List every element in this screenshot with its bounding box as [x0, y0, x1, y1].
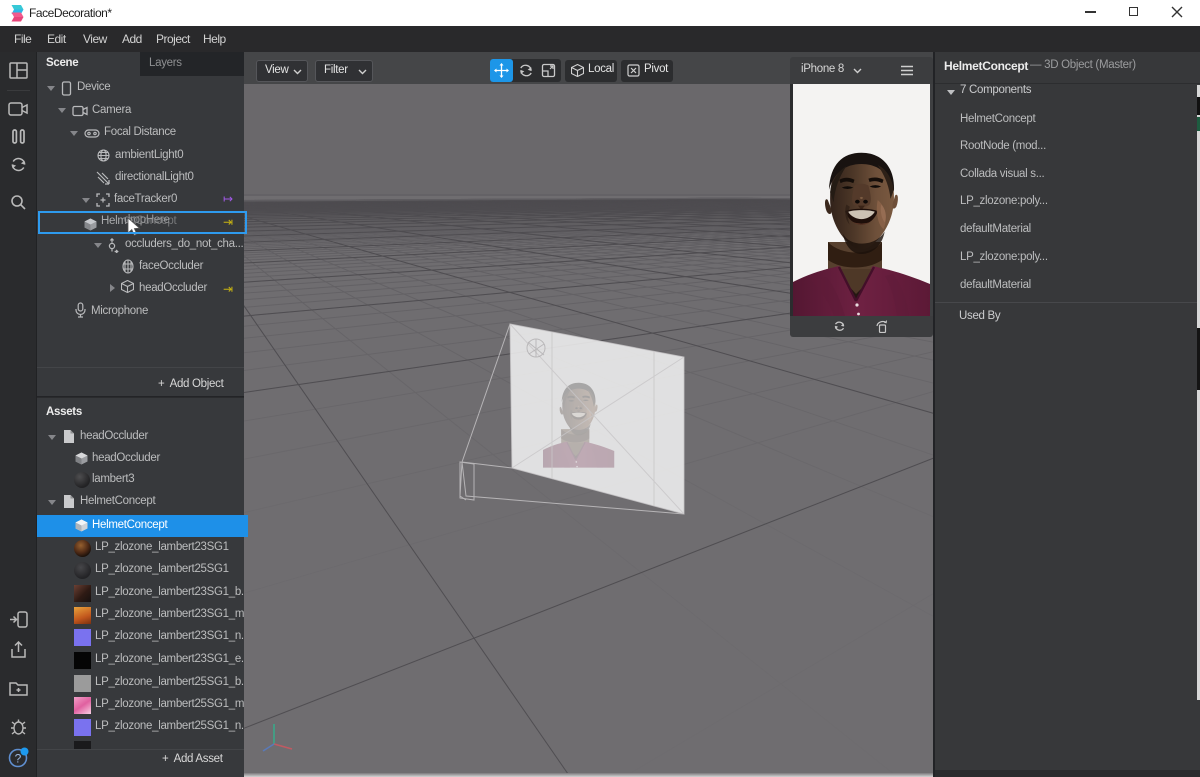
- svg-text:?: ?: [15, 752, 22, 766]
